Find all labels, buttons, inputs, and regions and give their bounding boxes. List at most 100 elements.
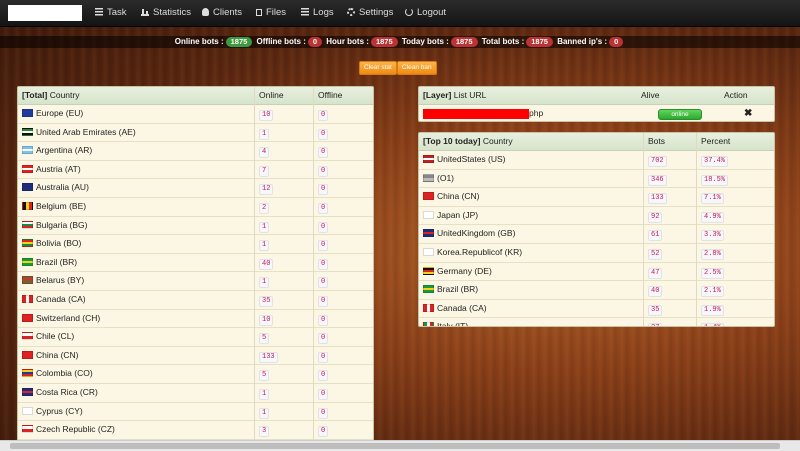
nav-files[interactable]: Files xyxy=(256,0,286,26)
flag-icon xyxy=(22,332,33,341)
country-name-cell: China (CN) xyxy=(423,188,480,206)
clear-stat-button[interactable]: Clear stat xyxy=(359,61,397,75)
brand-logo[interactable] xyxy=(8,5,82,21)
country-name-cell: Cyprus (CY) xyxy=(22,403,83,421)
country-name-cell: Bulgaria (BG) xyxy=(22,217,88,235)
flag-icon xyxy=(22,313,33,322)
percent-cell: 37.4% xyxy=(701,151,729,169)
percent-value: 4.9% xyxy=(701,211,724,223)
col-percent-header: Percent xyxy=(701,136,731,146)
nav-logout[interactable]: Logout xyxy=(405,0,446,26)
offline-cell: 0 xyxy=(318,124,329,142)
country-name-cell: UnitedStates (US) xyxy=(423,151,506,169)
flag-icon xyxy=(22,406,33,415)
nav-clients[interactable]: Clients xyxy=(202,0,242,26)
top10-row: UnitedStates (US) 702 37.4% xyxy=(419,151,774,170)
country-name-cell: Canada (CA) xyxy=(423,300,487,318)
online-count: 7 xyxy=(259,165,270,177)
country-name-cell: Bolivia (BO) xyxy=(22,235,81,253)
nav-statistics[interactable]: Statistics xyxy=(141,0,191,26)
scrollbar-thumb[interactable] xyxy=(10,443,780,449)
online-cell: 1 xyxy=(259,124,270,142)
bots-count: 47 xyxy=(648,267,663,279)
top10-rows: UnitedStates (US) 702 37.4% (O1) 346 18.5% Chi… xyxy=(419,151,774,326)
top10-row: UnitedKingdom (GB) 61 3.3% xyxy=(419,225,774,244)
offline-count: 0 xyxy=(318,314,329,326)
country-name-cell: Brazil (BR) xyxy=(22,254,77,272)
percent-cell: 1.9% xyxy=(701,300,724,318)
nav-task[interactable]: Task xyxy=(95,0,127,26)
flag-icon xyxy=(22,146,33,155)
offline-count: 0 xyxy=(318,407,329,419)
bots-count: 52 xyxy=(648,248,663,260)
offline-count: 0 xyxy=(318,240,329,252)
country-name: Austria (AT) xyxy=(36,163,81,174)
offline-count: 0 xyxy=(318,277,329,289)
flag-icon xyxy=(22,164,33,173)
stats-bar: Online bots :1875 Offline bots :0 Hour b… xyxy=(0,36,800,48)
clean-ban-button[interactable]: Clean ban xyxy=(397,61,437,75)
total-bots-label: Total bots : xyxy=(481,37,525,46)
country-name: (O1) xyxy=(437,172,454,183)
percent-value: 3.3% xyxy=(701,230,724,242)
offline-cell: 0 xyxy=(318,310,329,328)
country-name: UnitedStates (US) xyxy=(437,154,506,164)
layer-url-suffix: php xyxy=(529,108,544,118)
country-row: Brazil (BR) 40 0 xyxy=(18,254,373,273)
top-navbar: Task Statistics Clients Files Logs Setti… xyxy=(0,0,800,27)
country-name: Switzerland (CH) xyxy=(36,312,101,323)
country-row: Switzerland (CH) 10 0 xyxy=(18,310,373,329)
top10-table: [Top 10 today] Country Bots Percent Unit… xyxy=(418,132,775,327)
percent-cell: 7.1% xyxy=(701,188,724,206)
online-count: 35 xyxy=(259,295,274,307)
country-row: Argentina (AR) 4 0 xyxy=(18,142,373,161)
offline-count: 0 xyxy=(318,370,329,382)
top10-row: Germany (DE) 47 2.5% xyxy=(419,263,774,282)
flag-icon xyxy=(22,201,33,210)
percent-cell: 2.8% xyxy=(701,244,724,262)
country-row: Czech Republic (CZ) 3 0 xyxy=(18,421,373,440)
country-name: China (CN) xyxy=(36,349,79,360)
online-cell: 10 xyxy=(259,105,274,123)
offline-count: 0 xyxy=(318,184,329,196)
list-icon xyxy=(95,8,103,16)
flag-icon xyxy=(22,239,33,248)
nav-settings[interactable]: Settings xyxy=(347,0,393,26)
flag-icon xyxy=(22,294,33,303)
flag-icon xyxy=(22,276,33,285)
offline-bots-label: Offline bots : xyxy=(256,37,306,46)
layer-url[interactable]: php xyxy=(423,105,544,121)
online-count: 1 xyxy=(259,240,270,252)
percent-cell: 2.5% xyxy=(701,263,724,281)
country-name-cell: United Arab Emirates (AE) xyxy=(22,124,136,142)
country-name-cell: Korea.Republicof (KR) xyxy=(423,244,522,262)
country-row: China (CN) 133 0 xyxy=(18,347,373,366)
bots-count: 92 xyxy=(648,211,663,223)
country-name: Bulgaria (BG) xyxy=(36,219,88,230)
delete-icon[interactable]: ✖ xyxy=(744,105,752,121)
flag-icon xyxy=(22,425,33,434)
offline-count: 0 xyxy=(318,295,329,307)
col-alive-header: Alive xyxy=(641,90,660,100)
horizontal-scrollbar[interactable] xyxy=(0,440,800,451)
country-name-cell: Switzerland (CH) xyxy=(22,310,100,328)
country-name-cell: (O1) xyxy=(423,170,454,188)
top10-table-title: Country xyxy=(482,136,513,146)
file-icon xyxy=(256,9,262,16)
top10-row: Canada (CA) 35 1.9% xyxy=(419,300,774,319)
offline-cell: 0 xyxy=(318,291,329,309)
online-count: 133 xyxy=(259,351,278,363)
banned-ips-label: Banned ip's : xyxy=(557,37,608,46)
online-cell: 40 xyxy=(259,254,274,272)
country-row: Austria (AT) 7 0 xyxy=(18,161,373,180)
online-count: 1 xyxy=(259,407,270,419)
country-name: UnitedKingdom (GB) xyxy=(437,228,516,239)
nav-logs[interactable]: Logs xyxy=(301,0,334,26)
offline-cell: 0 xyxy=(318,235,329,253)
offline-count: 0 xyxy=(318,388,329,400)
offline-count: 0 xyxy=(318,426,329,438)
country-name-cell: Germany (DE) xyxy=(423,263,492,281)
online-cell: 10 xyxy=(259,310,274,328)
online-cell: 3 xyxy=(259,421,270,439)
country-row: Bolivia (BO) 1 0 xyxy=(18,235,373,254)
